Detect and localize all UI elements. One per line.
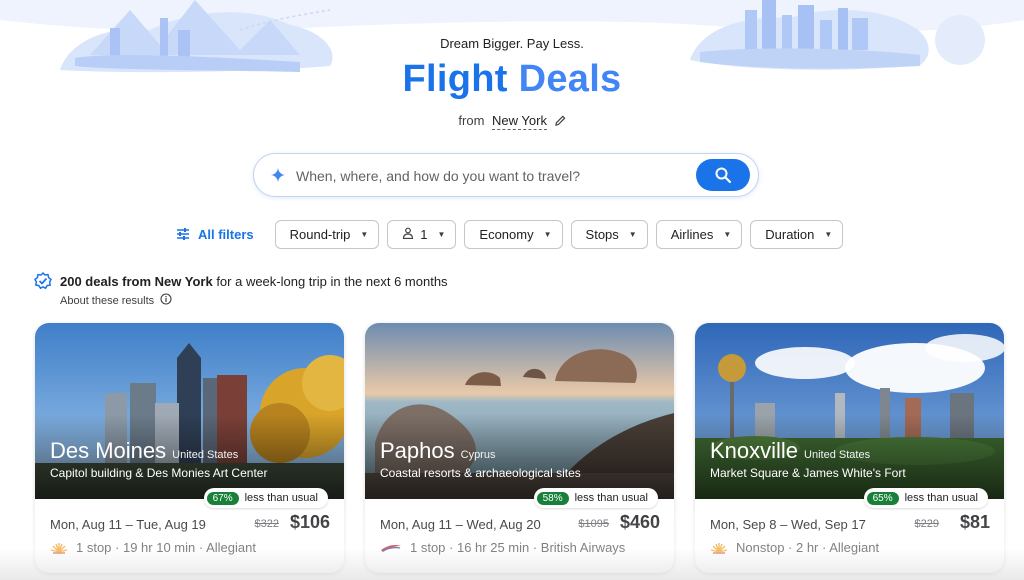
caret-down-icon: ▼	[628, 229, 637, 239]
person-icon	[402, 227, 414, 242]
title-part-deals: Deals	[518, 58, 622, 100]
duration-dropdown[interactable]: Duration ▼	[750, 219, 844, 249]
usual-price: $229	[914, 518, 939, 530]
country-name: United States	[804, 449, 871, 461]
city-name: Knoxville	[710, 438, 799, 463]
deal-text: less than usual	[244, 492, 318, 504]
verified-check-icon	[34, 271, 52, 290]
title-part-flight: Flight	[402, 58, 508, 100]
deal-badge: 58% less than usual	[533, 488, 658, 508]
deal-card-knoxville[interactable]: Knoxville United States Market Square & J…	[695, 323, 1004, 573]
country-name: Cyprus	[460, 449, 496, 461]
trip-type-label: Round-trip	[289, 226, 351, 242]
passengers-dropdown[interactable]: 1 ▼	[387, 219, 457, 249]
stops-label: Stops	[585, 226, 619, 242]
usual-price: $1095	[578, 518, 609, 530]
filter-bar: All filters Round-trip ▼ 1 ▼ Economy ▼ S…	[176, 219, 851, 249]
caret-down-icon: ▼	[437, 229, 446, 239]
tagline: Dream Bigger. Pay Less.	[440, 36, 584, 51]
passengers-count: 1	[420, 226, 428, 242]
search-icon	[715, 167, 732, 184]
trip-dates: Mon, Aug 11 – Tue, Aug 19	[50, 517, 206, 532]
flight-details: 1 stop · 16 hr 25 min · British Airways	[380, 540, 625, 555]
deals-count: 200 deals from New York	[60, 273, 213, 289]
search-bar[interactable]	[253, 153, 759, 197]
page-title: Flight Deals	[0, 58, 1024, 101]
allegiant-icon	[710, 542, 728, 554]
deal-text: less than usual	[574, 492, 648, 504]
city-name: Paphos	[380, 438, 455, 463]
deal-price: $106	[289, 512, 330, 532]
trip-dates: Mon, Sep 8 – Wed, Sep 17	[710, 517, 866, 532]
british-airways-icon	[381, 544, 401, 552]
pencil-icon[interactable]	[554, 114, 566, 129]
flight-details: Nonstop · 2 hr · Allegiant	[710, 540, 879, 555]
airlines-label: Airlines	[670, 226, 714, 242]
deal-card-des-moines[interactable]: Des Moines United States Capitol building…	[35, 323, 344, 573]
flight-info: Nonstop · 2 hr · Allegiant	[736, 540, 880, 555]
deals-description: for a week-long trip in the next 6 month…	[212, 273, 448, 289]
trip-type-dropdown[interactable]: Round-trip ▼	[274, 219, 380, 249]
caret-down-icon: ▼	[723, 229, 732, 239]
from-label: from	[458, 113, 485, 128]
destination-name: Des Moines United States	[50, 438, 238, 464]
origin-selector[interactable]: from New York	[0, 113, 1024, 130]
deal-badge: 67% less than usual	[203, 488, 328, 508]
sliders-icon	[177, 228, 189, 240]
cabin-class-label: Economy	[479, 226, 534, 242]
discount-percent: 65%	[866, 491, 899, 505]
search-button[interactable]	[696, 159, 750, 191]
stops-dropdown[interactable]: Stops ▼	[570, 219, 648, 249]
duration-label: Duration	[765, 226, 815, 242]
all-filters-button[interactable]: All filters	[176, 227, 254, 242]
cabin-class-dropdown[interactable]: Economy ▼	[464, 219, 563, 249]
discount-percent: 67%	[206, 491, 239, 505]
deal-badge: 65% less than usual	[863, 488, 988, 508]
deal-text: less than usual	[904, 492, 978, 504]
usual-price: $322	[254, 518, 279, 530]
deal-card-paphos[interactable]: Paphos Cyprus Coastal resorts & archaeolo…	[365, 323, 674, 573]
country-name: United States	[172, 449, 239, 461]
results-summary: 200 deals from New York for a week-long …	[33, 271, 448, 291]
destination-description: Coastal resorts & archaeological sites	[380, 466, 581, 480]
destination-description: Market Square & James White's Fort	[710, 466, 906, 480]
caret-down-icon: ▼	[543, 229, 552, 239]
about-results-label: About these results	[60, 294, 155, 307]
info-icon[interactable]	[160, 293, 172, 308]
flight-details: 1 stop · 19 hr 10 min · Allegiant	[50, 540, 256, 555]
destination-name: Paphos Cyprus	[380, 438, 495, 464]
airlines-dropdown[interactable]: Airlines ▼	[655, 219, 743, 249]
allegiant-icon	[50, 542, 68, 554]
all-filters-label: All filters	[198, 226, 254, 242]
discount-percent: 58%	[536, 491, 569, 505]
about-results-link[interactable]: About these results	[60, 293, 172, 308]
caret-down-icon: ▼	[824, 229, 833, 239]
search-input[interactable]	[296, 164, 676, 188]
destination-description: Capitol building & Des Monies Art Center	[50, 466, 268, 480]
destination-name: Knoxville United States	[710, 438, 870, 464]
flight-info: 1 stop · 19 hr 10 min · Allegiant	[76, 540, 256, 555]
deal-price: $460	[619, 512, 660, 532]
flight-info: 1 stop · 16 hr 25 min · British Airways	[410, 540, 626, 555]
trip-dates: Mon, Aug 11 – Wed, Aug 20	[380, 517, 541, 532]
origin-city[interactable]: New York	[492, 113, 547, 130]
city-name: Des Moines	[50, 438, 167, 463]
caret-down-icon: ▼	[360, 229, 369, 239]
deal-price: $81	[959, 512, 990, 532]
sparkle-icon	[270, 167, 286, 188]
